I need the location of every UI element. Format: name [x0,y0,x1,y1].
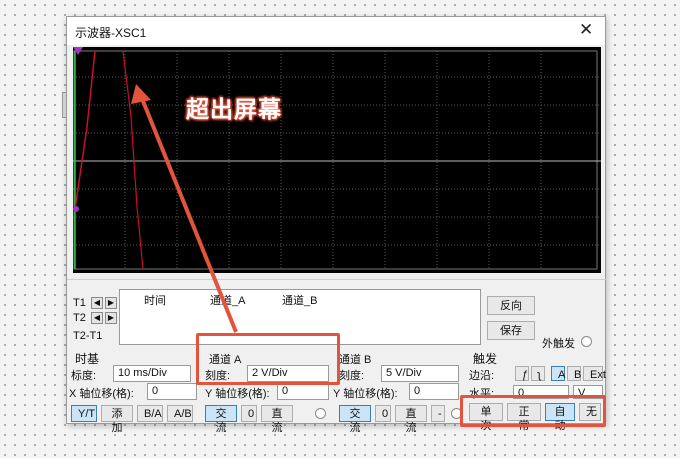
highlight-trigger-modes [460,395,606,427]
annotation-arrow-line [139,95,238,333]
highlight-channel-a-scale [196,333,340,385]
annotation-overlay [131,84,238,333]
annotation-text: 超出屏幕 [186,97,282,123]
annotation-arrowhead-icon [131,84,151,104]
